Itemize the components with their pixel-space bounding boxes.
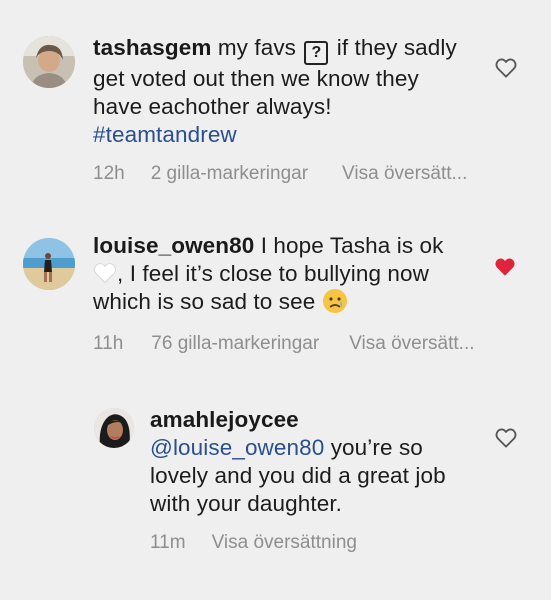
username[interactable]: tashasgem <box>93 35 211 60</box>
like-button[interactable] <box>495 428 517 448</box>
translate-link[interactable]: Visa översättning <box>212 532 357 554</box>
timestamp: 11h <box>93 333 124 354</box>
question-box-emoji: ? <box>304 41 329 65</box>
like-button[interactable] <box>495 58 517 78</box>
username[interactable]: amahlejoycee <box>150 406 480 434</box>
likes-count[interactable]: 76 gilla-markeringar <box>151 333 319 355</box>
crying-face-emoji <box>322 289 347 313</box>
comment-text-part: , I feel it’s close to bullying now whic… <box>93 261 429 314</box>
comment-meta: 11m Visa översättning <box>150 532 357 554</box>
likes-count[interactable]: 2 gilla-markeringar <box>151 163 308 185</box>
comment-text: tashasgem my favs ? if they sadly get vo… <box>93 34 473 149</box>
like-button[interactable] <box>494 257 516 277</box>
comment-meta: 11h 76 gilla-markeringar Visa översätt... <box>93 333 475 355</box>
comment-text: amahlejoycee @louise_owen80 you’re so lo… <box>150 406 480 518</box>
avatar[interactable] <box>94 408 134 448</box>
mention-link[interactable]: @louise_owen80 <box>150 435 324 460</box>
reply-amahlejoycee: amahlejoycee @louise_owen80 you’re so lo… <box>0 370 551 600</box>
comment-text-part: I hope Tasha is ok <box>254 233 444 258</box>
comment-louise-owen80: louise_owen80 I hope Tasha is ok , I fee… <box>0 200 551 370</box>
comment-meta: 12h 2 gilla-markeringar Visa översätt... <box>93 163 467 185</box>
comment-tashasgem: tashasgem my favs ? if they sadly get vo… <box>0 0 551 200</box>
heart-outline-icon <box>495 58 517 78</box>
hashtag-link[interactable]: #teamtandrew <box>93 122 237 147</box>
white-heart-emoji <box>94 263 116 284</box>
comment-text: louise_owen80 I hope Tasha is ok , I fee… <box>93 232 473 316</box>
comment-text-part: my favs <box>211 35 303 60</box>
heart-filled-icon <box>495 258 515 276</box>
translate-link[interactable]: Visa översätt... <box>349 333 474 355</box>
avatar[interactable] <box>23 36 75 88</box>
heart-outline-icon <box>495 428 517 448</box>
timestamp: 12h <box>93 163 125 184</box>
translate-link[interactable]: Visa översätt... <box>342 163 467 185</box>
username[interactable]: louise_owen80 <box>93 233 254 258</box>
avatar[interactable] <box>23 238 75 290</box>
timestamp: 11m <box>150 532 186 553</box>
